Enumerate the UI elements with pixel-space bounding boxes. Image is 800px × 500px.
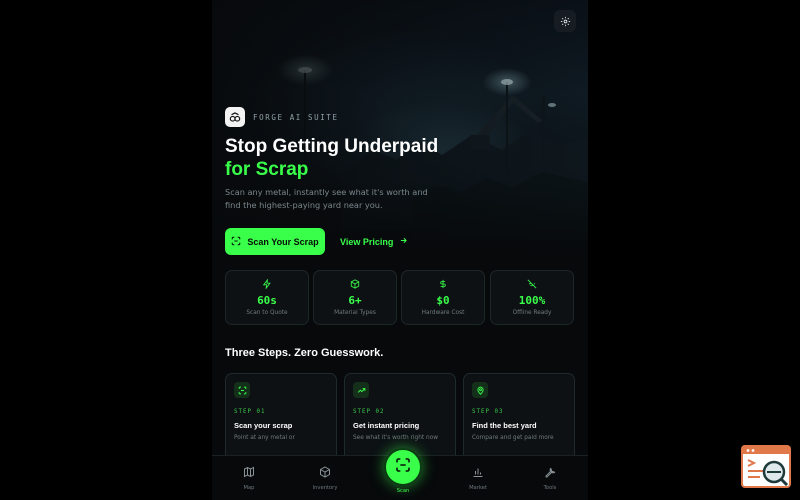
step-title: Find the best yard (472, 421, 537, 430)
map-pin-icon (472, 382, 488, 398)
gear-icon (560, 12, 571, 31)
nav-label-scan: Scan (396, 488, 410, 494)
scan-icon (231, 236, 241, 248)
app-screen: FORGE AI SUITE Stop Getting Underpaid fo… (212, 0, 588, 500)
brand-name: FORGE AI SUITE (253, 112, 339, 122)
wrench-icon (525, 466, 575, 480)
stat-label: Offline Ready (512, 310, 552, 316)
stat-label: Material Types (334, 310, 376, 316)
trend-up-icon (353, 382, 369, 398)
step-number: STEP 03 (472, 409, 504, 415)
stat-card-offline-ready: 100% Offline Ready (490, 270, 574, 325)
hero-headline-accent: for Scrap (225, 159, 309, 180)
step-number: STEP 02 (353, 409, 385, 415)
nav-label: Map (243, 485, 255, 491)
stat-label: Hardware Cost (421, 310, 465, 316)
logo-icon (229, 112, 241, 122)
floating-help-widget[interactable] (741, 445, 791, 488)
stat-card-scan-time: 60s Scan to Quote (225, 270, 309, 325)
scan-fab-button[interactable] (384, 448, 422, 486)
hero-headline: Stop Getting Underpaid (225, 136, 439, 157)
steps-section-title: Three Steps. Zero Guesswork. (225, 347, 384, 359)
view-pricing-button[interactable]: View Pricing (340, 228, 408, 255)
bolt-icon (226, 279, 308, 289)
map-icon (224, 466, 274, 480)
nav-item-inventory[interactable]: Inventory (300, 466, 350, 491)
stat-value: $0 (436, 294, 450, 307)
terminal-search-icon (743, 447, 789, 487)
nav-label: Tools (543, 485, 557, 491)
step-description: Compare and get paid more (472, 435, 554, 441)
step-description: Point at any metal or (234, 435, 295, 441)
step-title: Get instant pricing (353, 421, 420, 430)
wifi-off-icon (491, 279, 573, 289)
cube-icon (300, 466, 350, 480)
scan-your-scrap-label: Scan Your Scrap (247, 236, 319, 247)
box-icon (314, 279, 396, 289)
dollar-icon (402, 279, 484, 289)
nav-item-tools[interactable]: Tools (525, 466, 575, 491)
scan-icon (234, 382, 250, 398)
nav-item-market[interactable]: Market (453, 466, 503, 491)
stat-card-material-types: 6+ Material Types (313, 270, 397, 325)
step-card-scan[interactable]: STEP 01 Scan your scrap Point at any met… (225, 373, 337, 463)
stat-card-hardware-cost: $0 Hardware Cost (401, 270, 485, 325)
bar-chart-icon (453, 466, 503, 480)
brand: FORGE AI SUITE (225, 107, 339, 127)
scan-your-scrap-button[interactable]: Scan Your Scrap (225, 228, 325, 255)
step-number: STEP 01 (234, 409, 266, 415)
stat-value: 60s (257, 294, 277, 307)
stat-value: 6+ (348, 294, 362, 307)
nav-item-map[interactable]: Map (224, 466, 274, 491)
nav-label: Market (469, 485, 487, 491)
scan-icon (395, 457, 411, 477)
step-title: Scan your scrap (234, 421, 293, 430)
brand-logo (225, 107, 245, 127)
arrow-right-icon (399, 236, 408, 247)
page: FORGE AI SUITE Stop Getting Underpaid fo… (0, 0, 800, 500)
settings-button[interactable] (554, 10, 576, 32)
view-pricing-label: View Pricing (340, 236, 394, 247)
step-description: See what it's worth right now (353, 435, 438, 441)
hero-subtitle: Scan any metal, instantly see what it's … (225, 187, 428, 210)
nav-label: Inventory (312, 485, 338, 491)
stat-label: Scan to Quote (246, 310, 288, 316)
stat-value: 100% (518, 294, 546, 307)
step-card-find-yard[interactable]: STEP 03 Find the best yard Compare and g… (463, 373, 575, 463)
